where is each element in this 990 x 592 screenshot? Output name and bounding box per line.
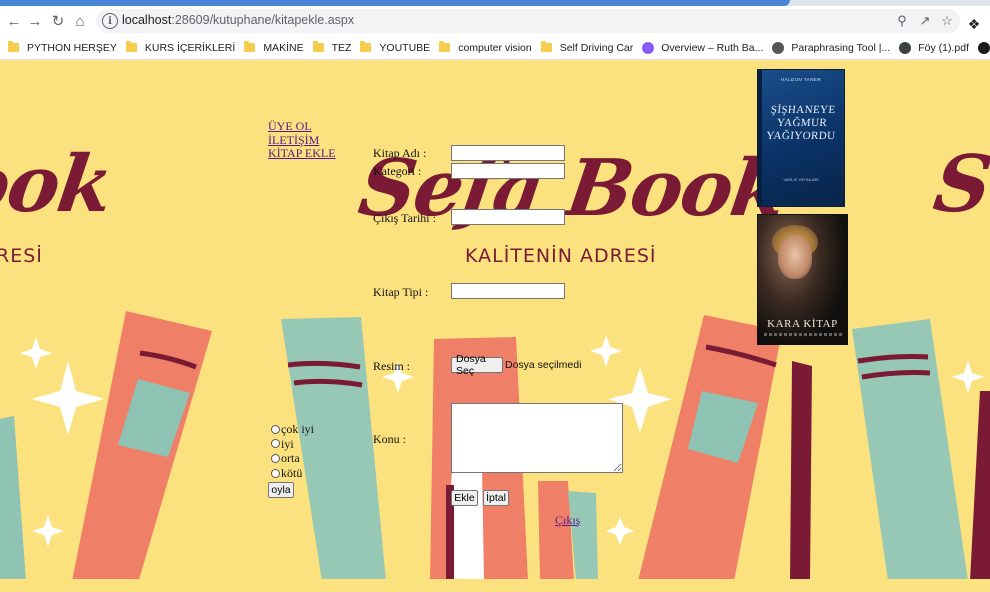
bookmark-star-icon[interactable]: ☆	[939, 13, 955, 29]
site-favicon-icon	[642, 41, 655, 54]
bookmark-item[interactable]: YOUTUBE	[358, 41, 437, 54]
folder-icon	[540, 41, 552, 52]
book-shape	[0, 416, 26, 581]
rating-option[interactable]: kötü	[271, 466, 314, 481]
radio-button[interactable]	[271, 468, 280, 478]
file-status-text: Dosya seçilmedi	[505, 359, 582, 371]
tagline-left-fragment: RESİ	[0, 245, 43, 267]
rating-option[interactable]: iyi	[271, 437, 314, 452]
book-name-label: Kitap Adı :	[373, 146, 427, 160]
share-icon[interactable]: ↗	[917, 13, 933, 29]
bookmark-item[interactable]: computer vision	[437, 41, 539, 54]
forward-arrow-icon[interactable]: →	[25, 11, 45, 31]
vote-button[interactable]: oyla	[268, 482, 294, 498]
publish-date-label: Çıkış Tarihi :	[373, 211, 436, 225]
browser-toolbar: ← → ↻ ⌂ i localhost:28609/kutuphane/kita…	[0, 6, 990, 36]
category-input[interactable]	[451, 163, 565, 179]
book-shape	[790, 361, 812, 581]
bookmarks-bar: PYTHON HERŞEY KURS İÇERİKLERİ MAKİNE TEZ YOU…	[0, 36, 990, 60]
add-book-link[interactable]: KİTAP EKLE	[268, 146, 336, 161]
cover-title: ŞİŞHANEYE YAĞMUR YAĞIYORDU	[765, 104, 837, 142]
nav-links: ÜYE OL İLETİŞİM KİTAP EKLE	[268, 119, 336, 161]
cover-author: HALDUN TANER	[780, 77, 822, 82]
rating-group: çok iyi iyi orta kötü	[271, 422, 314, 480]
folder-icon	[439, 41, 451, 52]
folder-icon	[312, 41, 324, 52]
book-cover-image: KARA KİTAP	[757, 214, 848, 345]
cover-publisher: VARLIK YAYINLARI	[783, 177, 819, 182]
register-link[interactable]: ÜYE OL	[268, 119, 336, 134]
category-label: Kategori :	[373, 164, 422, 178]
choose-file-button[interactable]: Dosya Seç	[451, 353, 503, 377]
book-type-label: Kitap Tipi :	[373, 285, 429, 299]
bookmark-item[interactable]: Self Driving Car	[539, 41, 641, 54]
bookmark-item[interactable]: KURS İÇERİKLERİ	[124, 41, 242, 54]
site-info-icon[interactable]: i	[102, 13, 118, 29]
page-body: ook Sefa Book S RESİ KALİTENİN ADRESİ ÜY…	[0, 61, 990, 592]
cover-portrait-face	[778, 235, 812, 279]
folder-icon	[8, 41, 19, 52]
bookmark-item[interactable]: Overview – Ruth Ba...	[640, 41, 770, 54]
rating-option[interactable]: orta	[271, 451, 314, 466]
book-type-input[interactable]	[451, 283, 565, 299]
back-arrow-icon[interactable]: ←	[4, 11, 24, 31]
bookmark-item[interactable]: MAKİNE	[242, 41, 310, 54]
book-name-input[interactable]	[451, 145, 565, 161]
exit-link[interactable]: Çıkış	[555, 513, 580, 528]
address-bar[interactable]: i localhost:28609/kutuphane/kitapekle.as…	[96, 9, 960, 33]
bookmark-item[interactable]: Paraphrasing Tool |...	[770, 41, 897, 54]
cancel-button[interactable]: İptal	[483, 490, 509, 506]
radio-button[interactable]	[271, 439, 280, 449]
extensions-puzzle-icon[interactable]: ❖	[966, 16, 982, 32]
floor-strip	[0, 579, 990, 592]
rating-option[interactable]: çok iyi	[271, 422, 314, 437]
cover-credits	[764, 333, 844, 336]
folder-icon	[125, 41, 137, 52]
home-icon[interactable]: ⌂	[70, 11, 90, 31]
book-cover-image: HALDUN TANER ŞİŞHANEYE YAĞMUR YAĞIYORDU …	[757, 69, 845, 207]
folder-icon	[244, 41, 256, 52]
bookmark-item[interactable]: Panel - Genial.ly	[976, 41, 990, 54]
site-favicon-icon	[978, 41, 990, 54]
folder-icon	[360, 41, 372, 52]
radio-button[interactable]	[271, 424, 280, 434]
publish-date-input[interactable]	[451, 209, 565, 225]
url-text[interactable]: localhost:28609/kutuphane/kitapekle.aspx	[122, 13, 354, 27]
book-shape	[970, 391, 990, 581]
bookmark-item[interactable]: Föy (1).pdf	[897, 41, 976, 54]
bookmark-item[interactable]: PYTHON HERŞEY	[6, 41, 124, 54]
subject-label: Konu :	[373, 432, 406, 446]
tagline: KALİTENİN ADRESİ	[465, 245, 657, 267]
image-label: Resim :	[373, 359, 411, 373]
contact-link[interactable]: İLETİŞİM	[268, 133, 336, 148]
reload-icon[interactable]: ↻	[48, 11, 68, 31]
add-button[interactable]: Ekle	[451, 490, 478, 506]
subject-textarea[interactable]	[451, 403, 623, 473]
zoom-icon[interactable]: ⚲	[894, 13, 910, 29]
bookmark-item[interactable]: TEZ	[311, 41, 359, 54]
cover-title: KARA KİTAP	[767, 318, 838, 330]
site-favicon-icon	[772, 41, 785, 54]
radio-button[interactable]	[271, 453, 280, 463]
site-favicon-icon	[899, 41, 912, 54]
brand-logo-left-fragment: ook	[0, 139, 117, 230]
